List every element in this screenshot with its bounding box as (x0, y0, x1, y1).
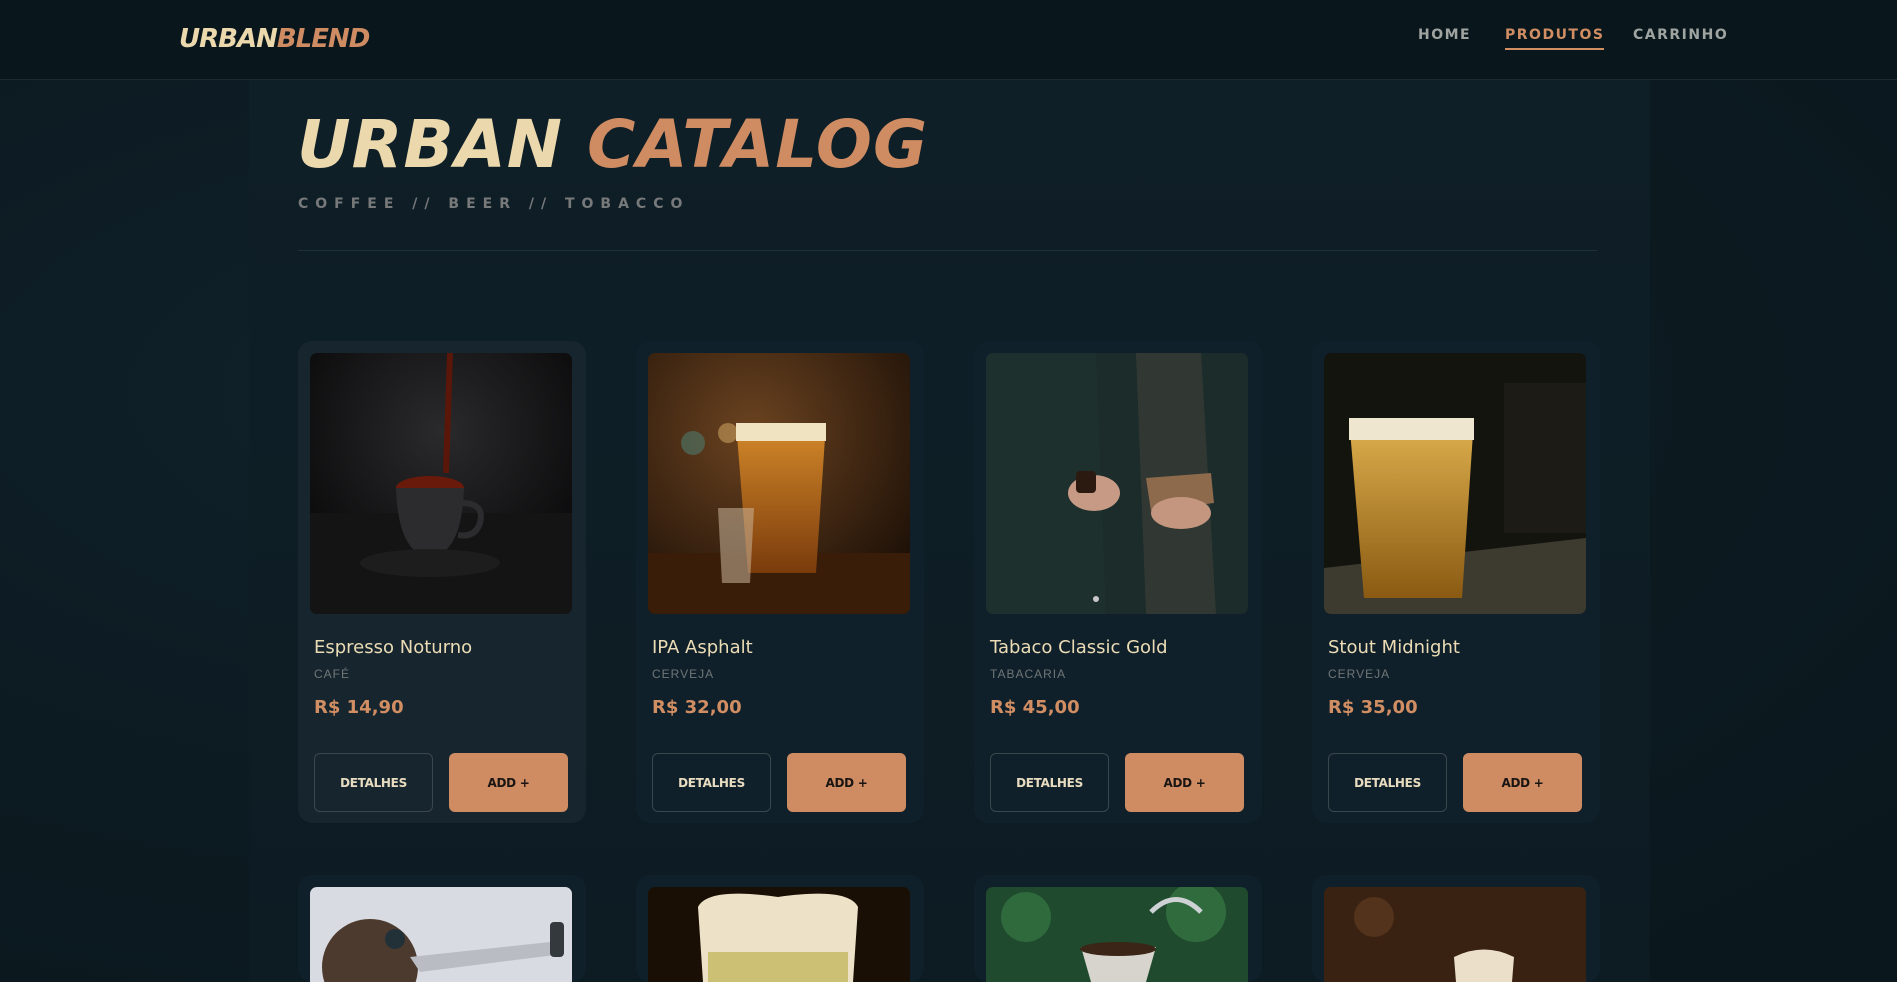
product-category: CERVEJA (652, 667, 715, 681)
top-navbar: URBANBLEND HOME PRODUTOS CARRINHO (0, 0, 1897, 80)
product-card (636, 875, 924, 982)
add-to-cart-button[interactable]: ADD + (787, 753, 906, 812)
product-name: Espresso Noturno (314, 637, 473, 658)
ipa-beer-image[interactable] (648, 353, 910, 614)
product-card (974, 875, 1262, 982)
product-card: Espresso Noturno CAFÉ R$ 14,90 DETALHES … (298, 341, 586, 823)
nav-link-produtos[interactable]: PRODUTOS (1505, 27, 1605, 50)
product-card: Tabaco Classic Gold TABACARIA R$ 45,00 D… (974, 341, 1262, 823)
pour-over-coffee-image[interactable] (986, 887, 1248, 982)
add-to-cart-button[interactable]: ADD + (1125, 753, 1244, 812)
product-card: Stout Midnight CERVEJA R$ 35,00 DETALHES… (1312, 341, 1600, 823)
page-subtitle: COFFEE // BEER // TOBACCO (298, 196, 690, 212)
nav-link-home[interactable]: HOME (1418, 27, 1471, 43)
product-price: R$ 35,00 (1328, 697, 1418, 718)
details-button[interactable]: DETALHES (314, 753, 433, 812)
page-title-part2: CATALOG (587, 106, 929, 183)
page-title-part1: URBAN (297, 106, 564, 183)
nav-link-carrinho[interactable]: CARRINHO (1633, 27, 1728, 43)
pint-beer-image[interactable] (1324, 353, 1586, 614)
add-to-cart-button[interactable]: ADD + (1463, 753, 1582, 812)
coffee-grinder-image[interactable] (310, 887, 572, 982)
product-card (298, 875, 586, 982)
details-button[interactable]: DETALHES (990, 753, 1109, 812)
product-price: R$ 32,00 (652, 697, 742, 718)
pipe-tobacco-image[interactable] (986, 353, 1248, 614)
product-name: Tabaco Classic Gold (990, 637, 1168, 658)
product-card (1312, 875, 1600, 982)
add-to-cart-button[interactable]: ADD + (449, 753, 568, 812)
details-button[interactable]: DETALHES (652, 753, 771, 812)
foamy-beer-image[interactable] (648, 887, 910, 982)
product-price: R$ 45,00 (990, 697, 1080, 718)
details-button[interactable]: DETALHES (1328, 753, 1447, 812)
product-card: IPA Asphalt CERVEJA R$ 32,00 DETALHES AD… (636, 341, 924, 823)
product-category: TABACARIA (990, 667, 1067, 681)
header-divider (298, 250, 1597, 251)
cappuccino-image[interactable] (1324, 887, 1586, 982)
product-name: Stout Midnight (1328, 637, 1460, 658)
product-category: CERVEJA (1328, 667, 1391, 681)
product-name: IPA Asphalt (652, 637, 753, 658)
product-price: R$ 14,90 (314, 697, 404, 718)
espresso-cup-image[interactable] (310, 353, 572, 614)
page-title: URBAN CATALOG (297, 106, 928, 183)
product-category: CAFÉ (314, 667, 351, 681)
main-nav: HOME PRODUTOS CARRINHO (0, 27, 1897, 57)
